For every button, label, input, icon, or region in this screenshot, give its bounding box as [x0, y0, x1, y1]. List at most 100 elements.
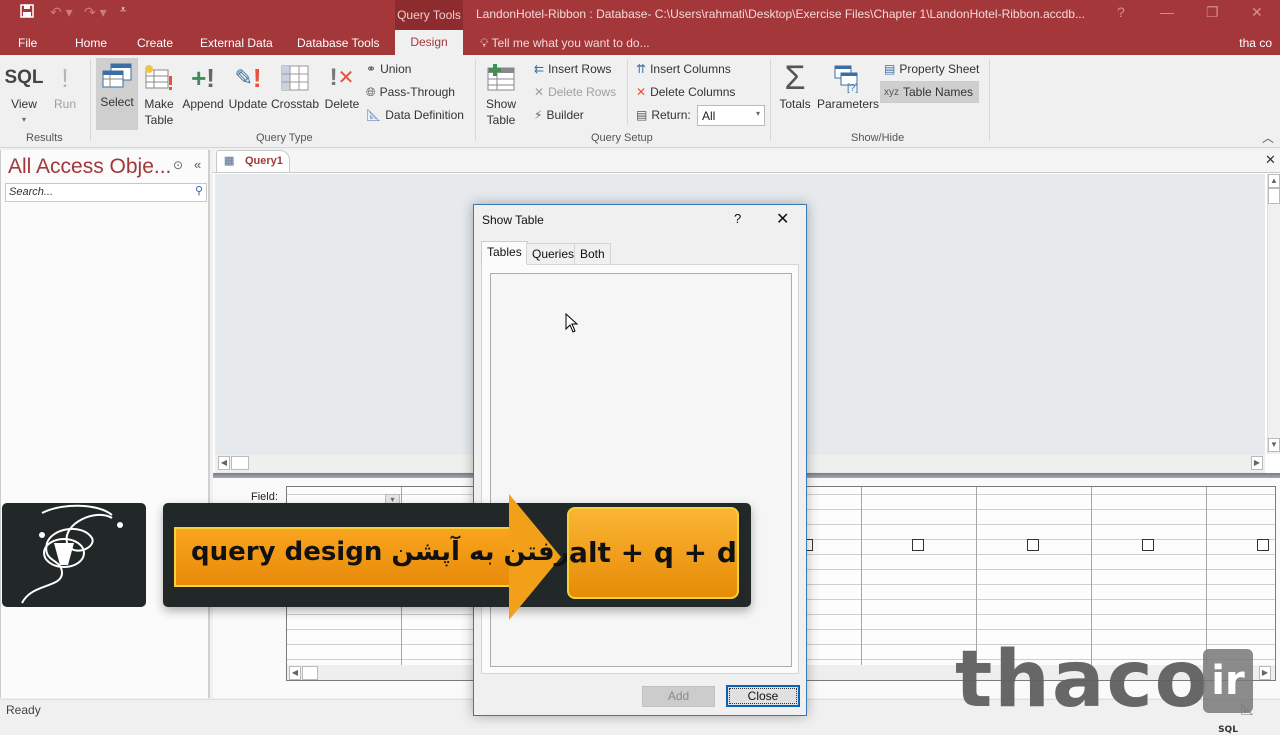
close-button[interactable]: Close — [726, 685, 800, 707]
show-table-label-2: Table — [486, 113, 516, 127]
scroll-left-icon[interactable]: ◀ — [218, 456, 230, 470]
status-text: Ready — [6, 703, 41, 717]
dialog-tab-both[interactable]: Both — [574, 243, 611, 264]
group-divider — [989, 59, 990, 141]
scroll-right-icon[interactable]: ▶ — [1251, 456, 1263, 470]
insert-rows-label: Insert Rows — [548, 62, 612, 76]
nav-pane-title[interactable]: All Access Obje... — [8, 155, 171, 179]
select-query-button[interactable]: Select — [96, 58, 138, 130]
search-icon[interactable]: ⚲ — [195, 184, 203, 197]
minimize-button[interactable]: — — [1160, 4, 1174, 20]
insert-columns-label: Insert Columns — [650, 62, 731, 76]
watermark-text: thaco — [955, 635, 1211, 725]
totals-button[interactable]: Σ Totals — [777, 60, 813, 112]
tab-database-tools[interactable]: Database Tools — [297, 36, 380, 50]
show-table-button[interactable]: Show Table — [482, 60, 520, 128]
dialog-tab-tables[interactable]: Tables — [481, 241, 528, 265]
builder-label: Builder — [546, 108, 584, 122]
close-document-icon[interactable]: ✕ — [1265, 152, 1276, 168]
scroll-thumb[interactable] — [302, 666, 318, 680]
delete-columns-button[interactable]: ✕ Delete Columns — [636, 82, 735, 102]
group-divider — [770, 59, 771, 141]
append-button[interactable]: +! Append — [181, 60, 225, 112]
shortcut-key-box: alt + q + d — [567, 507, 739, 599]
watermark-ir-badge: ir SQL — [1203, 649, 1253, 735]
globe-icon: 🌐︎ — [366, 84, 376, 99]
property-sheet-button[interactable]: ▤ Property Sheet — [884, 59, 979, 79]
scroll-down-icon[interactable]: ▼ — [1268, 438, 1280, 452]
lightbulb-icon: 💡︎ — [480, 36, 489, 50]
run-button[interactable]: ! Run — [50, 60, 80, 112]
tab-file[interactable]: File — [18, 36, 37, 50]
dialog-close-icon[interactable]: ✕ — [776, 209, 789, 229]
delete-label: Delete — [324, 97, 360, 111]
append-label: Append — [182, 97, 224, 111]
group-divider — [90, 59, 91, 141]
scroll-thumb[interactable] — [1268, 188, 1280, 204]
show-checkbox[interactable] — [1142, 539, 1154, 551]
update-button[interactable]: ✎! Update — [228, 60, 268, 112]
vertical-scrollbar[interactable]: ▲ ▼ — [1267, 174, 1280, 454]
return-dropdown[interactable]: All ▾ — [697, 105, 765, 126]
dialog-tab-queries[interactable]: Queries — [526, 243, 581, 264]
delete-rows-icon: ✕ — [534, 85, 545, 99]
instruction-text: query design رفتن به آپشن — [191, 537, 570, 567]
save-icon[interactable] — [20, 4, 34, 21]
parameters-button[interactable]: [?] Parameters — [817, 60, 879, 112]
return-control: ▤ Return: — [636, 105, 691, 125]
scroll-up-icon[interactable]: ▲ — [1268, 174, 1280, 188]
tab-create[interactable]: Create — [137, 36, 173, 50]
shortcut-text: alt + q + d — [569, 536, 737, 569]
union-button[interactable]: ⚭ Union — [366, 59, 411, 79]
builder-button[interactable]: ⚡︎ Builder — [534, 105, 584, 125]
delete-rows-label: Delete Rows — [548, 85, 617, 99]
data-definition-button[interactable]: 📐︎ Data Definition — [366, 105, 464, 125]
show-checkbox[interactable] — [1027, 539, 1039, 551]
document-tab-query1[interactable]: ▦ Query1 — [216, 150, 290, 172]
show-checkbox[interactable] — [912, 539, 924, 551]
delete-query-button[interactable]: ! ✕ Delete — [323, 60, 361, 112]
delete-columns-label: Delete Columns — [650, 85, 736, 99]
data-definition-label: Data Definition — [385, 108, 464, 122]
scroll-left-icon[interactable]: ◀ — [289, 666, 301, 680]
add-button[interactable]: Add — [642, 686, 715, 707]
undo-icon[interactable]: ↶ ▾ — [50, 4, 73, 21]
show-table-label-1: Show — [485, 97, 517, 111]
document-tab-bar — [213, 150, 1280, 173]
property-sheet-icon: ▤ — [884, 62, 896, 76]
nav-menu-chevron-icon[interactable]: ⊙ — [173, 158, 183, 172]
table-names-button[interactable]: xyz Table Names — [880, 81, 980, 103]
group-divider — [475, 59, 476, 141]
scroll-right-icon[interactable]: ▶ — [1259, 666, 1271, 680]
insert-columns-button[interactable]: ⇈ Insert Columns — [636, 59, 731, 79]
customize-qat-icon[interactable]: ⩡ — [120, 4, 126, 17]
delete-rows-button[interactable]: ✕ Delete Rows — [534, 82, 616, 102]
tab-design[interactable]: Design — [395, 30, 463, 55]
tab-home[interactable]: Home — [75, 36, 107, 50]
make-table-label-2: Table — [144, 113, 174, 127]
collapse-nav-icon[interactable]: « — [194, 157, 201, 172]
crosstab-button[interactable]: Crosstab — [271, 60, 319, 112]
ribbon: SQL View ▾ ! Run Results Select Make Tab… — [0, 55, 1280, 148]
pass-through-button[interactable]: 🌐︎ Pass-Through — [366, 82, 455, 102]
close-window-button[interactable]: ✕ — [1251, 4, 1263, 21]
ribbon-tabs: File Home Create External Data Database … — [0, 30, 1280, 55]
make-table-button[interactable]: Make Table — [142, 60, 176, 128]
show-checkbox[interactable] — [1257, 539, 1269, 551]
help-button[interactable]: ? — [1117, 4, 1125, 20]
tab-external-data[interactable]: External Data — [200, 36, 273, 50]
collapse-ribbon-icon[interactable]: ︿ — [1262, 129, 1274, 146]
user-name[interactable]: tha co — [1239, 36, 1272, 50]
make-table-label-1: Make — [144, 97, 174, 111]
union-icon: ⚭ — [366, 62, 377, 76]
view-button[interactable]: SQL View ▾ — [4, 60, 43, 128]
restore-button[interactable]: ❐ — [1206, 4, 1219, 21]
tell-me-box[interactable]: 💡︎ Tell me what you want to do... — [480, 36, 650, 51]
scroll-thumb[interactable] — [231, 456, 249, 470]
run-icon: ! — [61, 63, 69, 93]
search-placeholder: Search... — [9, 186, 54, 198]
nav-search-input[interactable]: Search... ⚲ — [5, 183, 207, 202]
redo-icon[interactable]: ↷ ▾ — [84, 4, 107, 21]
dialog-help-button[interactable]: ? — [734, 211, 741, 226]
insert-rows-button[interactable]: ⇇ Insert Rows — [534, 59, 611, 79]
